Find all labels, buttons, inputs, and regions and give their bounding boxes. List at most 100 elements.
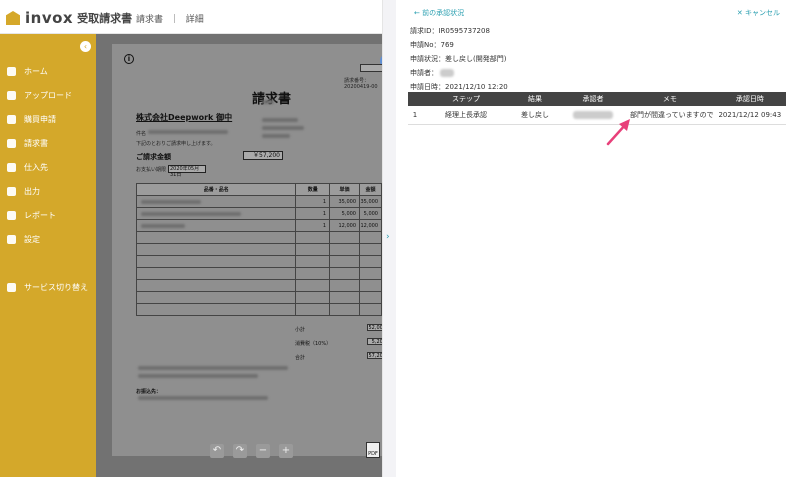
- sidebar-item-switch-service[interactable]: サービス切り替え: [7, 282, 88, 293]
- blurred-text: [262, 134, 290, 138]
- sidebar-item-home[interactable]: ホーム: [7, 66, 48, 77]
- pdf-icon[interactable]: PDF: [366, 442, 380, 458]
- gear-icon: [7, 235, 16, 244]
- column-header: 数量: [295, 183, 331, 196]
- column-header: 金額: [359, 183, 382, 196]
- sidebar-item-invoice[interactable]: 請求書: [7, 138, 48, 149]
- column-header: [408, 92, 422, 106]
- blurred-text: [138, 366, 288, 370]
- total-label: 合計: [295, 355, 306, 361]
- table-row: [135, 231, 382, 244]
- table-cell: 5,000: [359, 207, 382, 220]
- table-row: 1 12,000 12,000: [135, 219, 382, 232]
- sidebar-item-label: 請求書: [24, 139, 48, 148]
- table-row: 1 35,000 35,000: [135, 195, 382, 208]
- info-icon[interactable]: i: [124, 54, 134, 64]
- sidebar-item-report[interactable]: レポート: [7, 210, 56, 221]
- sidebar-item-label: アップロード: [24, 91, 72, 100]
- report-icon: [7, 211, 16, 220]
- table-cell: [135, 219, 297, 232]
- due-date: 2020年05月31日: [168, 165, 206, 178]
- export-icon: [7, 187, 16, 196]
- table-cell: 1: [295, 207, 331, 220]
- amount-value: ￥57,200: [243, 151, 283, 160]
- sidebar-item-label: 設定: [24, 235, 40, 244]
- column-header: ステップ: [422, 92, 510, 106]
- table-cell: 12,000: [329, 219, 360, 232]
- approval-date-cell: 2021/12/12 09:43: [713, 106, 786, 125]
- document-title: 請求書: [252, 88, 291, 107]
- table-cell: [135, 207, 297, 220]
- subtotal-label: 小計: [295, 327, 306, 333]
- viewer-toolbar: ↶ ↷ − +: [210, 444, 302, 458]
- table-cell: 1: [295, 195, 331, 208]
- switch-icon: [7, 283, 16, 292]
- table-row: 1 経理上長承認 差し戻し 部門が間違っていますので 2021/12/12 09…: [408, 106, 786, 125]
- invoice-icon: [7, 139, 16, 148]
- table-cell: 35,000: [359, 195, 382, 208]
- table-row: [135, 255, 382, 268]
- chevron-right-icon: ›: [386, 232, 390, 242]
- sidebar-item-supplier[interactable]: 仕入先: [7, 162, 48, 173]
- table-cell: 12,000: [359, 219, 382, 232]
- table-row: 1 5,000 5,000: [135, 207, 382, 220]
- applicant: 申請者：: [410, 68, 455, 78]
- top-bar: invox 受取請求書 請求書 ｜ 詳細: [0, 0, 382, 34]
- table-cell: 1: [295, 219, 331, 232]
- result-cell: 差し戻し: [510, 106, 560, 125]
- sidebar-item-label: ホーム: [24, 67, 48, 76]
- approval-status-panel: ← 前の承認状況 ✕ キャンセル 請求ID：IR0595737208 申請No：…: [396, 0, 800, 477]
- blurred-text: [148, 130, 228, 134]
- blurred-applicant-name: [440, 69, 455, 77]
- column-header: 単価: [329, 183, 360, 196]
- sidebar-item-export[interactable]: 出力: [7, 186, 40, 197]
- zoom-in-button[interactable]: +: [279, 444, 293, 458]
- row-number: 1: [408, 106, 422, 125]
- column-header: 品番・品名: [135, 183, 297, 196]
- application-no: 申請No：769: [410, 41, 454, 49]
- zoom-out-button[interactable]: −: [256, 444, 270, 458]
- breadcrumb-parent[interactable]: 請求書: [136, 15, 163, 25]
- column-header: 承認者: [560, 92, 626, 106]
- sidebar-item-label: 仕入先: [24, 163, 48, 172]
- due-label: お支払い期限: [136, 167, 167, 173]
- sidebar-item-label: サービス切り替え: [24, 283, 88, 292]
- blurred-text: [262, 118, 298, 122]
- logo[interactable]: invox 受取請求書: [6, 9, 132, 27]
- invoice-document: i 請求番号：20200419-00 請求書 株式会社Deepwork 御中 件…: [112, 44, 400, 456]
- home-icon: [7, 67, 16, 76]
- pointer-arrow-icon: [606, 119, 630, 146]
- blurred-text: [262, 100, 274, 104]
- breadcrumb-current: 詳細: [185, 15, 204, 25]
- memo-cell: 部門が間違っていますので: [626, 106, 714, 125]
- table-cell: [135, 195, 297, 208]
- rotate-left-button[interactable]: ↶: [210, 444, 224, 458]
- sidebar: ‹ ホーム アップロード 購買申請 請求書 仕入先 出力 レポート 設定 サービ…: [0, 34, 96, 477]
- approval-table: ステップ 結果 承認者 メモ 承認日時 1 経理上長承認 差し戻し 部門が間違っ…: [408, 92, 786, 125]
- logo-icon: [6, 11, 20, 25]
- panel-collapse-tab[interactable]: ›: [382, 0, 396, 477]
- sidebar-item-purchase[interactable]: 購買申請: [7, 114, 56, 125]
- column-header: 結果: [510, 92, 560, 106]
- logo-subtitle: 受取請求書: [77, 12, 133, 25]
- sidebar-item-settings[interactable]: 設定: [7, 234, 40, 245]
- table-row: [135, 243, 382, 256]
- application-status: 申請状況：差し戻し(開発部門): [410, 55, 507, 63]
- invoice-id: 請求ID：IR0595737208: [410, 27, 490, 35]
- document-viewer: i 請求番号：20200419-00 請求書 株式会社Deepwork 御中 件…: [96, 34, 400, 477]
- sidebar-item-upload[interactable]: アップロード: [7, 90, 72, 101]
- application-datetime: 申請日時：2021/12/10 12:20: [410, 83, 508, 91]
- logo-text: invox: [25, 9, 74, 27]
- breadcrumb-separator: ｜: [169, 15, 179, 25]
- invoice-number: 請求番号：20200419-00: [344, 78, 378, 90]
- cancel-link[interactable]: ✕ キャンセル: [737, 8, 780, 18]
- collapse-sidebar-button[interactable]: ‹: [80, 41, 91, 52]
- blurred-text: [138, 374, 258, 378]
- table-row: [135, 279, 382, 292]
- table-cell: 35,000: [329, 195, 360, 208]
- payee-label: お振込先：: [136, 389, 162, 395]
- table-row: [135, 267, 382, 280]
- rotate-right-button[interactable]: ↷: [233, 444, 247, 458]
- previous-approval-link[interactable]: ← 前の承認状況: [414, 8, 464, 18]
- column-header: 承認日時: [713, 92, 786, 106]
